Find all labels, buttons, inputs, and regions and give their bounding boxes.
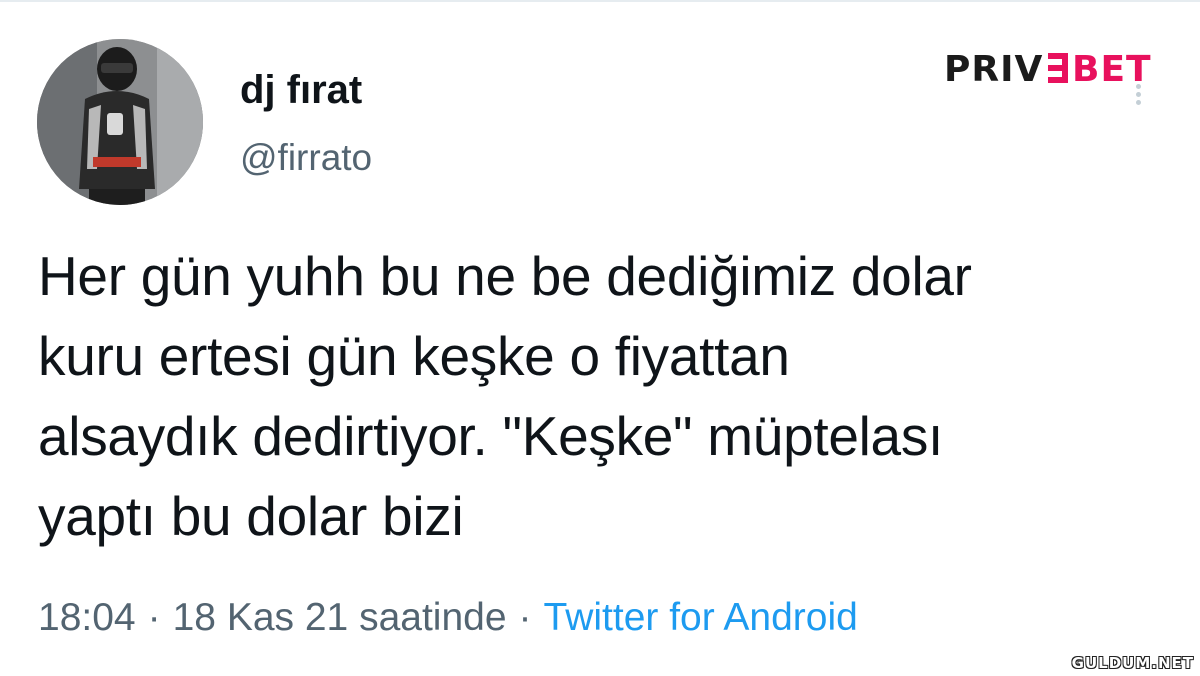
author-avatar[interactable] (37, 39, 203, 205)
avatar-photo-icon (37, 39, 203, 205)
more-dot (1135, 100, 1141, 105)
svg-text:PRIV: PRIV (944, 49, 1043, 90)
more-options-icon[interactable] (1128, 84, 1148, 108)
site-watermark: GULDUM.NET (1071, 654, 1194, 672)
tweet-text: Her gün yuhh bu ne be dediğimiz dolar ku… (38, 245, 972, 547)
tweet-metadata: 18:04 · 18 Kas 21 saatinde · Twitter for And… (38, 594, 858, 642)
tweet-date[interactable]: 18 Kas 21 saatinde (173, 596, 507, 639)
meta-separator: · (147, 596, 161, 639)
privebet-logo: PRIV BET (944, 44, 1156, 92)
more-dot (1135, 92, 1141, 97)
more-dot (1135, 84, 1141, 89)
tweet-card: dj fırat @firrato PRIV BET Her gün yuhh … (0, 0, 1200, 676)
author-display-name[interactable]: dj fırat (240, 66, 362, 114)
author-handle[interactable]: @firrato (240, 136, 372, 180)
tweet-source-link[interactable]: Twitter for Android (544, 596, 858, 639)
tweet-time[interactable]: 18:04 (38, 596, 136, 639)
meta-separator: · (518, 596, 532, 639)
